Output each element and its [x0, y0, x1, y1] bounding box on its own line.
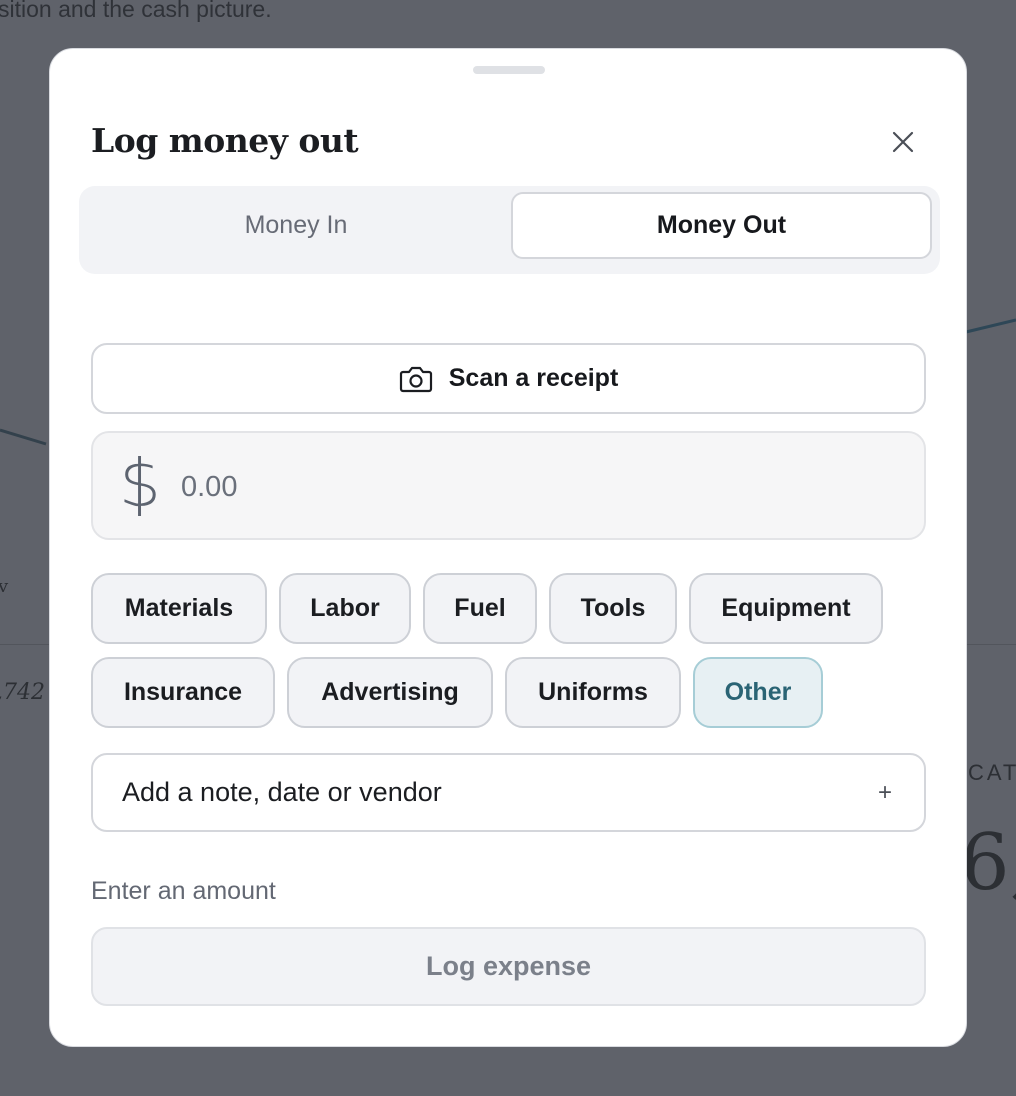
log-expense-button[interactable]: Log expense: [91, 927, 926, 1006]
background-label-fragment: v: [0, 576, 9, 597]
drag-handle[interactable]: [473, 66, 545, 74]
add-note-label: Add a note, date or vendor: [122, 777, 442, 807]
scan-receipt-label: Scan a receipt: [448, 364, 619, 392]
category-chip-advertising[interactable]: Advertising: [287, 657, 493, 728]
log-money-modal: Log money out Money In Money Out Scan a …: [49, 48, 967, 1047]
category-chip-insurance[interactable]: Insurance: [91, 657, 275, 728]
camera-icon: [399, 366, 432, 392]
add-note-row[interactable]: Add a note, date or vendor +: [91, 753, 926, 832]
currency-symbol: $: [119, 445, 161, 522]
category-chip-labor[interactable]: Labor: [279, 573, 411, 644]
plus-icon: +: [878, 779, 893, 806]
category-chip-tools[interactable]: Tools: [549, 573, 677, 644]
validation-hint: Enter an amount: [91, 877, 276, 905]
tab-money-in[interactable]: Money In: [87, 192, 505, 259]
money-direction-toggle: Money In Money Out: [79, 186, 940, 274]
amount-input[interactable]: [181, 461, 881, 513]
close-icon: [892, 131, 914, 153]
tab-money-out[interactable]: Money Out: [511, 192, 932, 259]
category-chip-fuel[interactable]: Fuel: [423, 573, 537, 644]
category-chip-equipment[interactable]: Equipment: [689, 573, 883, 644]
close-button[interactable]: [886, 125, 920, 159]
scan-receipt-button[interactable]: Scan a receipt: [91, 343, 926, 414]
category-chip-materials[interactable]: Materials: [91, 573, 267, 644]
background-category-fragment: CAT: [968, 760, 1016, 785]
category-chip-other[interactable]: Other: [693, 657, 823, 728]
background-number-fragment: ,742: [0, 680, 45, 705]
modal-title: Log money out: [91, 121, 359, 160]
category-chip-uniforms[interactable]: Uniforms: [505, 657, 681, 728]
amount-field[interactable]: $: [91, 431, 926, 540]
background-big-number-fragment: 6,: [960, 818, 1016, 908]
